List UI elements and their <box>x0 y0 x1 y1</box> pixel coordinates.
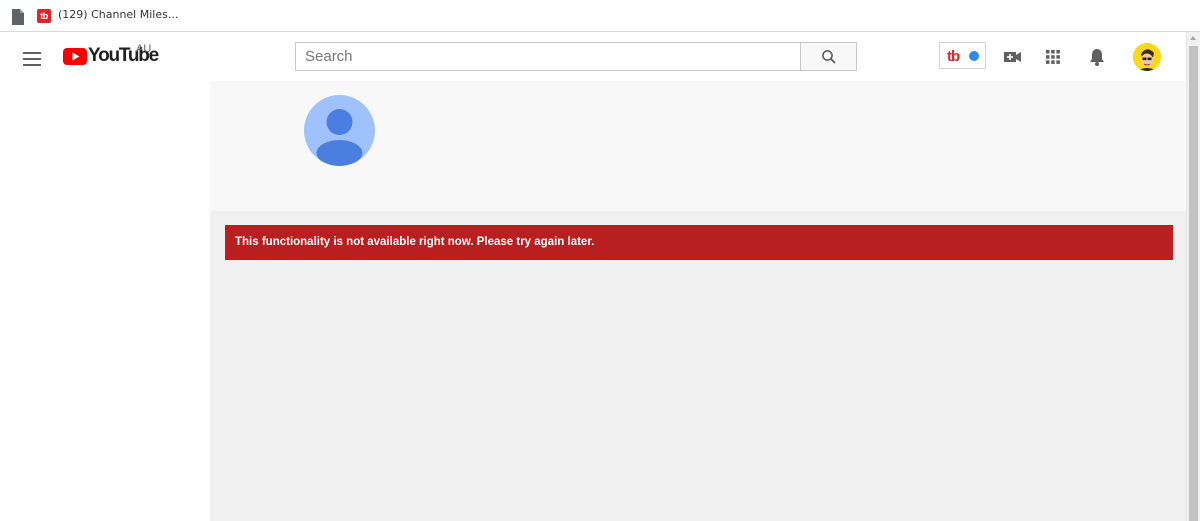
search-input[interactable] <box>295 42 801 71</box>
youtube-play-icon <box>63 48 87 65</box>
default-person-avatar-icon <box>304 95 375 166</box>
notifications-button[interactable] <box>1087 47 1107 67</box>
account-avatar-icon[interactable] <box>1133 43 1161 71</box>
browser-tab-strip: tb (129) Channel Miles... <box>0 0 1200 32</box>
tubebuddy-status-dot <box>969 51 979 61</box>
video-camera-add-icon <box>1004 52 1021 62</box>
tab-title[interactable]: (129) Channel Miles... <box>58 8 178 21</box>
tubebuddy-button[interactable]: tb <box>939 42 986 69</box>
region-code: AU <box>136 43 152 55</box>
content-area: This functionality is not available righ… <box>210 211 1186 521</box>
masthead: YouTube AU tb <box>0 32 1186 81</box>
document-icon <box>12 9 24 25</box>
apps-button[interactable] <box>1043 47 1063 67</box>
channel-header <box>210 81 1186 211</box>
search-button[interactable] <box>800 42 857 71</box>
menu-icon[interactable] <box>23 52 41 66</box>
tubebuddy-logo: tb <box>947 48 960 65</box>
error-banner: This functionality is not available righ… <box>225 225 1173 260</box>
vertical-scrollbar[interactable] <box>1186 32 1200 521</box>
apps-grid-icon <box>1046 50 1060 64</box>
notifications-bell-icon <box>1090 49 1104 66</box>
scroll-up-arrow-icon[interactable] <box>1190 36 1196 40</box>
guide-sidebar <box>0 81 210 521</box>
error-message: This functionality is not available righ… <box>235 236 595 248</box>
account-avatar-illustration <box>1133 43 1161 71</box>
scrollbar-thumb[interactable] <box>1189 46 1198 521</box>
tubebuddy-favicon-icon: tb <box>37 9 51 23</box>
search-icon <box>822 50 836 64</box>
create-video-button[interactable] <box>1003 47 1023 67</box>
